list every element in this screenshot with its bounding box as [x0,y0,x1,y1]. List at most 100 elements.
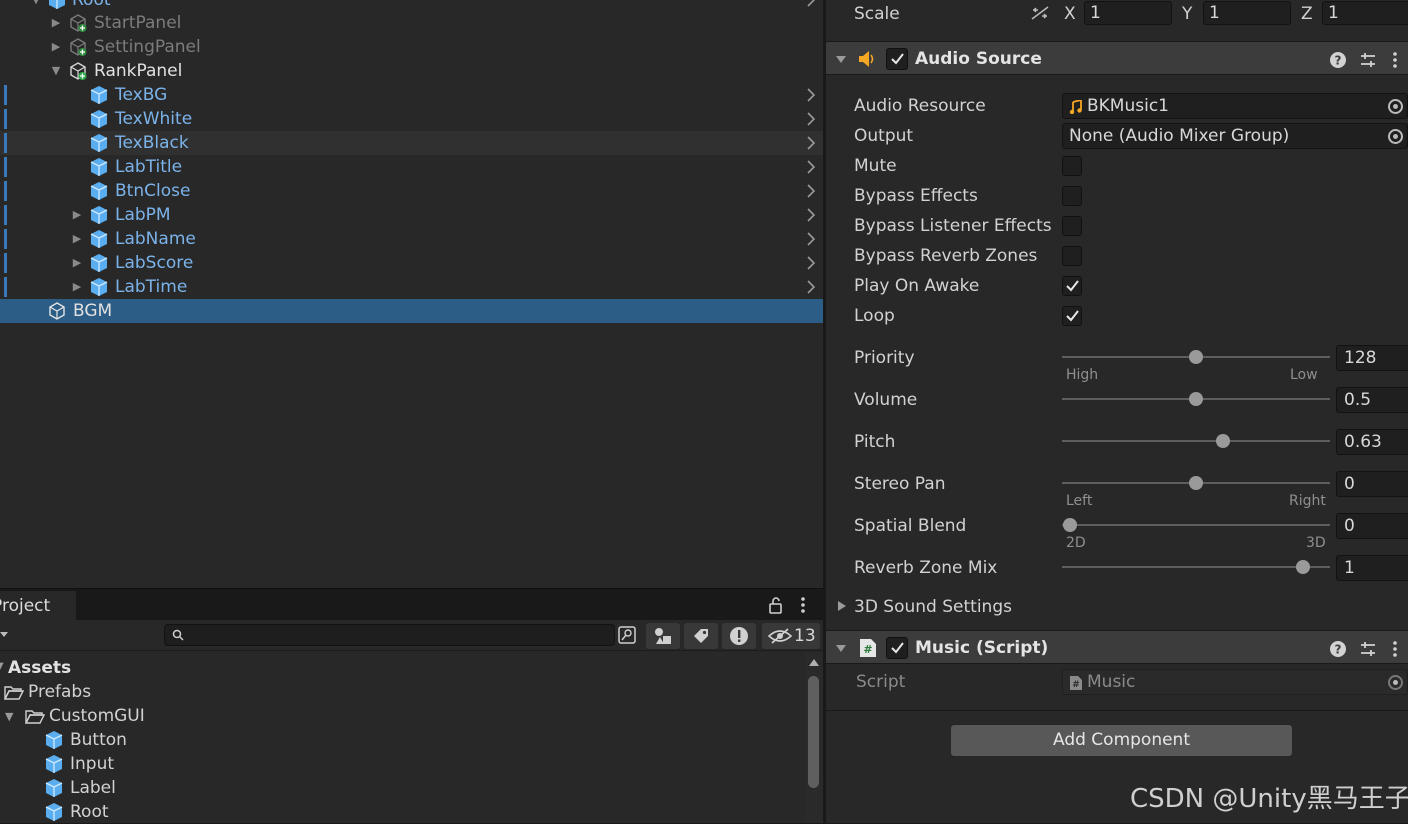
slider-knob[interactable] [1215,434,1230,448]
hierarchy-row-labtime[interactable]: ▶ LabTime [0,275,823,299]
scroll-up-icon[interactable] [809,658,819,666]
add-component-button[interactable]: Add Component [950,724,1293,757]
mute-checkbox[interactable] [1062,156,1082,176]
fold-closed-icon[interactable] [837,600,847,612]
stereo-pan-slider[interactable] [1062,476,1330,490]
chevron-right-icon[interactable] [805,183,817,199]
filter-by-label-button[interactable] [684,623,718,649]
prefab-cube-icon [90,86,108,104]
chevron-right-icon[interactable] [805,135,817,151]
audio-source-header[interactable]: Audio Source ? [826,41,1408,75]
slider-knob[interactable] [1063,518,1078,532]
reverb-zone-mix-value-field[interactable]: 1 [1336,555,1408,581]
scale-z-field[interactable]: 1 [1322,1,1408,25]
priority-slider[interactable] [1062,350,1330,364]
slider-knob[interactable] [1189,350,1203,364]
priority-value-field[interactable]: 128 [1336,345,1408,371]
stereo-pan-label: Stereo Pan [854,474,946,494]
hierarchy-row-texbg[interactable]: TexBG [0,83,823,107]
audio-resource-field[interactable]: BKMusic1 [1062,93,1408,119]
kebab-menu-icon[interactable] [1390,640,1400,658]
prefab-override-bar [4,157,7,177]
search-input[interactable] [164,624,615,646]
bypass-effects-checkbox[interactable] [1062,186,1082,206]
search-by-type-icon[interactable] [617,625,637,645]
slider-knob[interactable] [1296,560,1311,574]
object-picker-icon[interactable] [1388,99,1403,114]
hierarchy-row-settingpanel[interactable]: ▶ SettingPanel [0,35,823,59]
3d-sound-settings-foldout[interactable]: 3D Sound Settings [854,595,1012,619]
hierarchy-row-bgm[interactable]: BGM [0,299,823,323]
fold-closed-icon[interactable]: ▶ [50,41,62,53]
hierarchy-row-texwhite[interactable]: TexWhite [0,107,823,131]
fold-open-icon[interactable]: ▼ [50,65,62,77]
filter-by-type-button[interactable] [646,623,680,649]
chevron-right-icon[interactable] [805,255,817,271]
play-on-awake-checkbox[interactable] [1062,276,1082,296]
music-script-enabled-checkbox[interactable] [886,637,908,659]
chevron-right-icon[interactable] [805,231,817,247]
audio-source-enabled-checkbox[interactable] [886,48,908,70]
preset-icon[interactable] [1359,51,1377,69]
loop-checkbox[interactable] [1062,306,1082,326]
help-icon[interactable]: ? [1329,640,1347,658]
fold-open-icon[interactable] [835,642,847,654]
fold-closed-icon[interactable]: ▶ [71,233,83,245]
slider-knob[interactable] [1189,392,1203,406]
fold-closed-icon[interactable]: ▶ [71,281,83,293]
slider-knob[interactable] [1189,476,1203,490]
hierarchy-row-labname[interactable]: ▶ LabName [0,227,823,251]
hierarchy-row-btnclose[interactable]: BtnClose [0,179,823,203]
spatial-blend-value-field[interactable]: 0 [1336,513,1408,539]
pitch-slider[interactable] [1062,434,1330,448]
hierarchy-row-labtitle[interactable]: LabTitle [0,155,823,179]
fold-open-icon[interactable] [835,53,847,65]
pitch-value-field[interactable]: 0.63 [1336,429,1408,455]
fold-open-icon[interactable]: ▼ [0,661,6,675]
component-title: Music (Script) [915,638,1049,658]
chevron-right-icon[interactable] [805,111,817,127]
scale-x-field[interactable]: 1 [1084,1,1172,25]
lock-icon[interactable] [768,596,784,614]
preset-icon[interactable] [1359,640,1377,658]
log-filter-button[interactable] [722,623,756,649]
tab-project[interactable]: Project [0,591,76,621]
hierarchy-row-startpanel[interactable]: ▶ StartPanel [0,11,823,35]
project-scrollbar[interactable] [805,652,823,823]
hidden-packages-button[interactable]: 13 [762,623,820,649]
kebab-menu-icon[interactable] [1390,51,1400,69]
fold-open-icon[interactable]: ▼ [30,0,42,6]
stereo-pan-value-field[interactable]: 0 [1336,471,1408,497]
fold-closed-icon[interactable]: ▶ [50,17,62,29]
output-field[interactable]: None (Audio Mixer Group) [1062,123,1408,149]
hierarchy-row-labscore[interactable]: ▶ LabScore [0,251,823,275]
volume-value-field[interactable]: 0.5 [1336,387,1408,413]
spatial-blend-min-hint: 2D [1066,535,1086,551]
object-picker-icon[interactable] [1388,129,1403,144]
music-script-header[interactable]: # Music (Script) ? [826,630,1408,664]
bypass-reverb-zones-checkbox[interactable] [1062,246,1082,266]
hierarchy-row-labpm[interactable]: ▶ LabPM [0,203,823,227]
fold-closed-icon[interactable]: ▶ [71,209,83,221]
hierarchy-row-rankpanel[interactable]: ▼ RankPanel [0,59,823,83]
chevron-right-icon[interactable] [805,279,817,295]
bypass-listener-effects-checkbox[interactable] [1062,216,1082,236]
help-icon[interactable]: ? [1329,51,1347,69]
spatial-blend-slider[interactable] [1062,518,1330,532]
scale-y-field[interactable]: 1 [1203,1,1291,25]
prefab-cube-icon [90,230,108,248]
kebab-menu-icon[interactable] [798,596,808,614]
chevron-right-icon[interactable] [805,0,817,8]
fold-open-icon[interactable]: ▼ [5,710,13,723]
reverb-zone-mix-slider[interactable] [1062,560,1330,574]
chevron-right-icon[interactable] [805,207,817,223]
chevron-right-icon[interactable] [805,87,817,103]
constrain-proportions-icon[interactable] [1030,5,1050,21]
create-dropdown-icon[interactable] [0,630,8,640]
hierarchy-row-texblack[interactable]: TexBlack [0,131,823,155]
priority-label: Priority [854,348,915,368]
chevron-right-icon[interactable] [805,159,817,175]
fold-closed-icon[interactable]: ▶ [71,257,83,269]
scroll-thumb[interactable] [808,676,819,788]
volume-slider[interactable] [1062,392,1330,406]
